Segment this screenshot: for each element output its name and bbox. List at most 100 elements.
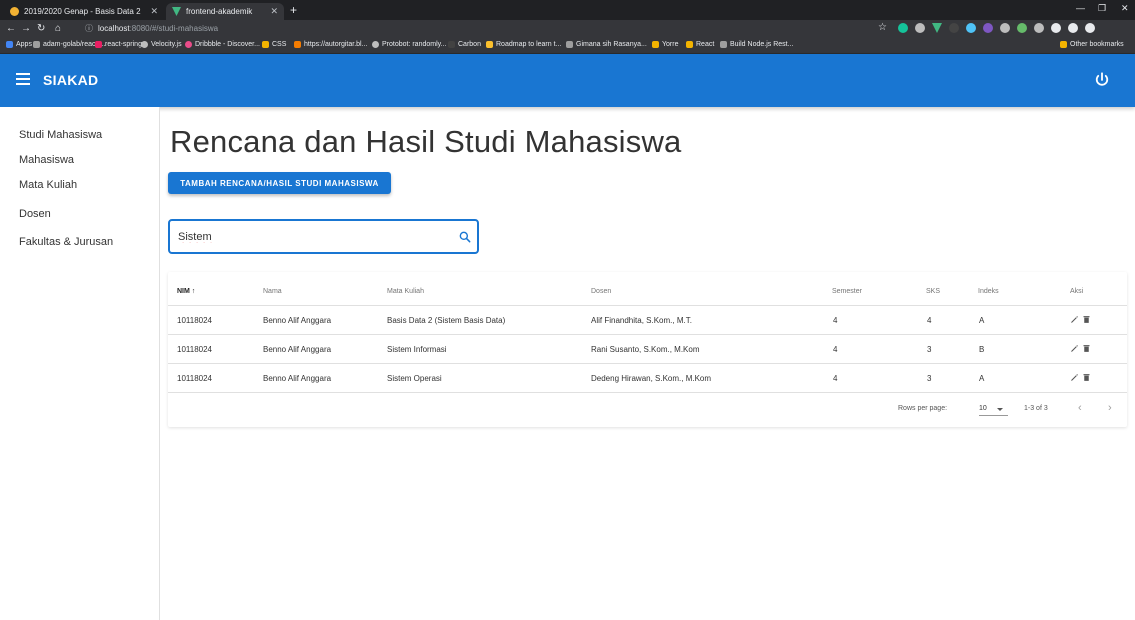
cell-indeks: A [979,374,985,383]
cell-nama: Benno Alif Anggara [263,316,332,325]
new-tab-button[interactable]: + [290,3,297,17]
page-icon [566,41,573,48]
power-icon[interactable] [1093,71,1111,89]
search-input[interactable] [178,229,438,245]
page-icon [372,41,379,48]
dribbble-icon [185,41,192,48]
page-title: Rencana dan Hasil Studi Mahasiswa [170,124,682,159]
cell-nim: 10118024 [177,345,212,354]
cell-semester: 4 [833,316,838,325]
bookmark-item[interactable]: Dribbble - Discover... [185,41,260,48]
bookmark-other[interactable]: Other bookmarks [1060,41,1124,48]
page-icon [720,41,727,48]
table-row: 10118024 Benno Alif Anggara Sistem Opera… [168,364,1127,393]
column-header-nim[interactable]: NIM ↑ [177,288,195,295]
folder-icon [686,41,693,48]
sidebar-item-mahasiswa[interactable]: Mahasiswa [19,154,74,166]
edit-icon[interactable] [1070,315,1079,324]
extension-icon[interactable] [949,23,959,33]
bookmark-item[interactable]: React [686,41,714,48]
caret-down-icon [997,408,1003,411]
bookmark-item[interactable]: Protobot: randomly... [372,41,446,48]
bookmark-item[interactable]: Roadmap to learn t... [486,41,561,48]
folder-icon [1060,41,1067,48]
extension-icon[interactable] [1034,23,1044,33]
sidebar-item-dosen[interactable]: Dosen [19,208,51,220]
home-icon[interactable]: ⌂ [55,22,61,36]
cell-mata-kuliah: Sistem Operasi [387,374,442,383]
edit-icon[interactable] [1070,344,1079,353]
page-icon [141,41,148,48]
close-tab-icon[interactable]: ✕ [150,6,158,17]
column-header-indeks[interactable]: Indeks [978,288,999,295]
search-icon[interactable] [458,230,472,244]
column-header-sks[interactable]: SKS [926,288,940,295]
sidebar-item-studi-mahasiswa[interactable]: Studi Mahasiswa [19,129,102,141]
bookmarks-bar: Apps adam-golab/react-... react-spring V… [0,38,1135,54]
delete-icon[interactable] [1082,373,1091,382]
extension-icon[interactable] [1000,23,1010,33]
cell-dosen: Dedeng Hirawan, S.Kom., M.Kom [591,374,712,383]
delete-icon[interactable] [1082,344,1091,353]
minimize-icon[interactable]: — [1076,3,1085,13]
bookmark-apps[interactable]: Apps [6,41,32,48]
column-header-nama[interactable]: Nama [263,288,282,295]
next-page-icon[interactable]: › [1108,402,1112,414]
study-table: NIM ↑ Nama Mata Kuliah Dosen Semester SK… [168,272,1127,427]
cell-nim: 10118024 [177,316,212,325]
back-icon[interactable]: ← [6,22,16,36]
menu-icon[interactable] [16,73,30,85]
bookmark-item[interactable]: CSS [262,41,286,48]
bookmark-star-icon[interactable]: ☆ [878,22,887,33]
extension-icon[interactable] [966,23,976,33]
extension-icon[interactable] [1017,23,1027,33]
extension-icon[interactable] [983,23,993,33]
arrow-up-icon: ↑ [191,288,196,295]
cell-dosen: Alif Finandhita, S.Kom., M.T. [591,316,692,325]
bookmark-item[interactable]: react-spring [95,41,142,48]
grammarly-icon[interactable] [898,23,908,33]
page-icon [33,41,40,48]
sidebar-item-fakultas-jurusan[interactable]: Fakultas & Jurusan [19,236,113,248]
rows-per-page-label: Rows per page: [898,405,948,412]
column-header-mata-kuliah[interactable]: Mata Kuliah [387,288,424,295]
bookmark-item[interactable]: https://autorgitar.bl... [294,41,367,48]
address-bar[interactable]: ⓘ localhost:8080/#/studi-mahasiswa [78,22,868,36]
column-header-semester[interactable]: Semester [832,288,862,295]
cell-dosen: Rani Susanto, S.Kom., M.Kom [591,345,700,354]
roadmap-icon [486,41,493,48]
column-header-dosen[interactable]: Dosen [591,288,611,295]
folder-icon [262,41,269,48]
close-tab-icon[interactable]: ✕ [270,6,278,17]
table-footer: Rows per page: 10 1-3 of 3 ‹ › [168,393,1127,427]
prev-page-icon[interactable]: ‹ [1078,402,1082,414]
delete-icon[interactable] [1082,315,1091,324]
browser-tab-frontend-akademik[interactable]: frontend-akademik ✕ [166,3,284,20]
add-study-plan-button[interactable]: TAMBAH RENCANA/HASIL STUDI MAHASISWA [168,172,391,194]
profile-avatar-icon[interactable] [1085,23,1095,33]
browser-tab-bar: 2019/2020 Genap - Basis Data 2 ✕ fronten… [0,0,1135,20]
extension-icon[interactable] [915,23,925,33]
forward-icon[interactable]: → [21,22,31,36]
extension-icon[interactable] [1051,23,1061,33]
cell-sks: 4 [927,316,932,325]
app-bar: SIAKAD [0,54,1135,107]
vue-favicon-icon [172,7,181,16]
bookmark-item[interactable]: Gimana sih Rasanya... [566,41,647,48]
close-window-icon[interactable]: ✕ [1121,3,1129,14]
bookmark-item[interactable]: Carbon [448,41,481,48]
maximize-icon[interactable]: ❐ [1098,3,1106,14]
bookmark-item[interactable]: Build Node.js Rest... [720,41,793,48]
browser-tab-basis-data[interactable]: 2019/2020 Genap - Basis Data 2 ✕ [4,3,164,20]
vue-devtools-icon[interactable] [932,23,942,33]
site-info-icon[interactable]: ⓘ [85,23,93,34]
sidebar-item-mata-kuliah[interactable]: Mata Kuliah [19,179,77,191]
bookmark-item[interactable]: Yorre [652,41,678,48]
reload-icon[interactable]: ↻ [37,22,45,36]
edit-icon[interactable] [1070,373,1079,382]
rows-per-page-select[interactable]: 10 [979,402,1008,416]
extensions-puzzle-icon[interactable] [1068,23,1078,33]
bookmark-item[interactable]: Velocity.js [141,41,182,48]
browser-tab-label: 2019/2020 Genap - Basis Data 2 [24,7,141,16]
folder-icon [652,41,659,48]
